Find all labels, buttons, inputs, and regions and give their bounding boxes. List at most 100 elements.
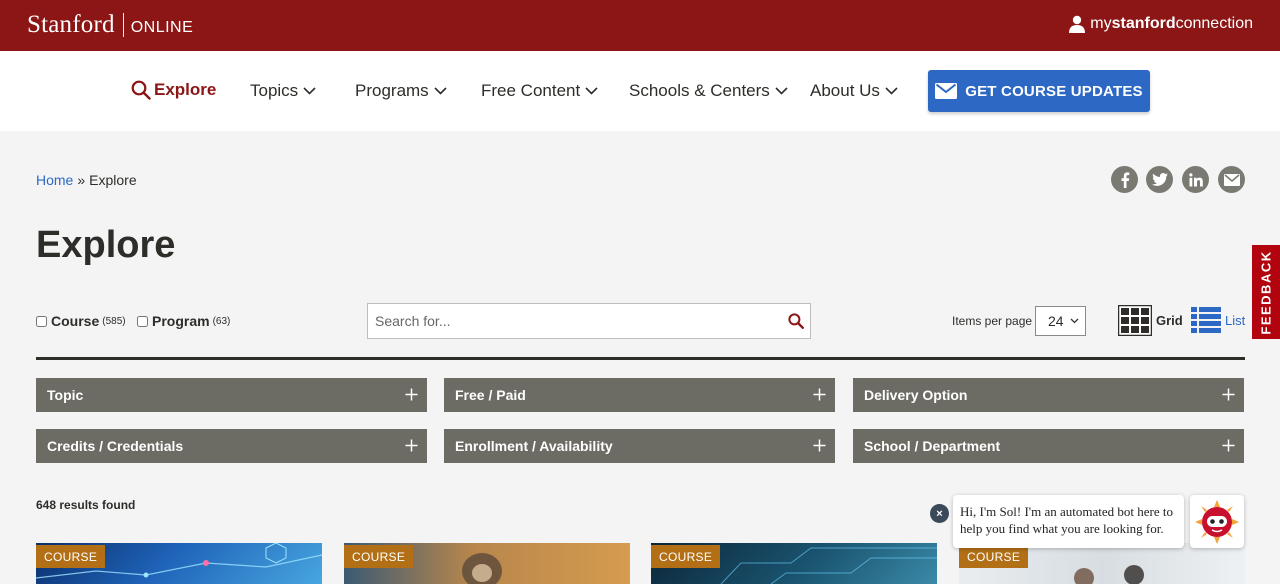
facet-delivery-option[interactable]: Delivery Option [853, 378, 1244, 412]
section-divider [36, 357, 1245, 360]
nav-programs-label: Programs [355, 81, 429, 100]
plus-icon [405, 388, 418, 401]
search-submit-button[interactable] [788, 313, 804, 334]
grid-view-toggle[interactable]: Grid [1118, 305, 1183, 336]
card-type-badge: COURSE [651, 545, 721, 568]
facet-credits-label: Credits / Credentials [47, 438, 184, 454]
card-type-badge: COURSE [344, 545, 414, 568]
items-per-page-label: Items per page [952, 314, 1033, 328]
chatbot-launcher[interactable] [1190, 495, 1244, 548]
search-box [367, 303, 811, 339]
list-view-toggle[interactable]: List [1191, 307, 1245, 333]
plus-icon [813, 388, 826, 401]
feedback-tab[interactable]: FEEDBACK [1252, 245, 1280, 339]
course-card[interactable]: COURSE [651, 543, 937, 584]
search-icon [788, 313, 804, 329]
nav-free-content[interactable]: Free Content [481, 81, 598, 101]
facet-free-paid-label: Free / Paid [455, 387, 526, 403]
facet-school-department[interactable]: School / Department [853, 429, 1244, 463]
plus-icon [405, 439, 418, 452]
chat-close-button[interactable]: × [930, 504, 949, 523]
course-card[interactable]: COURSE [959, 543, 1245, 584]
facebook-icon [1121, 171, 1129, 188]
brand-stanford: Stanford [27, 11, 115, 38]
nav-programs[interactable]: Programs [355, 81, 447, 101]
card-type-badge: COURSE [959, 545, 1029, 568]
list-view-label: List [1225, 312, 1246, 328]
chevron-down-icon [303, 87, 316, 95]
course-filter-count: (585) [102, 315, 126, 327]
account-link-suffix: connection [1175, 15, 1253, 32]
items-per-page-select[interactable]: 24 [1035, 306, 1086, 336]
search-input[interactable] [368, 304, 768, 338]
email-share-button[interactable] [1218, 166, 1245, 193]
plus-icon [1222, 439, 1235, 452]
chevron-down-icon [434, 87, 447, 95]
nav-explore-label: Explore [154, 80, 217, 99]
search-icon [131, 80, 151, 100]
grid-view-label: Grid [1156, 313, 1183, 328]
page-title: Explore [36, 224, 176, 266]
course-filter-checkbox[interactable]: Course (585) [36, 313, 126, 329]
breadcrumb: Home» Explore [36, 172, 137, 188]
chevron-down-icon [885, 87, 898, 95]
course-card[interactable]: COURSE [36, 543, 322, 584]
account-link-prefix: my [1090, 15, 1112, 32]
feedback-label: FEEDBACK [1258, 249, 1274, 335]
facet-delivery-option-label: Delivery Option [864, 387, 968, 403]
nav-topics[interactable]: Topics [250, 81, 316, 101]
course-filter-label: Course [51, 313, 100, 329]
twitter-share-button[interactable] [1146, 166, 1173, 193]
program-filter-label: Program [152, 313, 210, 329]
main-nav: Explore Topics Programs Free Content Sch… [0, 51, 1280, 131]
nav-explore[interactable]: Explore [131, 80, 216, 100]
email-icon [1223, 173, 1240, 186]
facet-topic[interactable]: Topic [36, 378, 427, 412]
breadcrumb-current: Explore [89, 172, 137, 188]
linkedin-icon [1188, 172, 1203, 186]
facet-enrollment-availability[interactable]: Enrollment / Availability [444, 429, 835, 463]
nav-schools-centers[interactable]: Schools & Centers [629, 81, 788, 101]
chevron-down-icon [1070, 318, 1079, 324]
close-icon: × [936, 507, 943, 520]
program-checkbox-input[interactable] [137, 315, 148, 327]
linkedin-share-button[interactable] [1182, 166, 1209, 193]
chatbot-message[interactable]: Hi, I'm Sol! I'm an automated bot here t… [953, 495, 1184, 548]
get-course-updates-button[interactable]: GET COURSE UPDATES [928, 70, 1150, 112]
envelope-icon [935, 83, 958, 99]
list-icon [1191, 307, 1221, 333]
course-card[interactable]: COURSE [344, 543, 630, 584]
facet-school-label: School / Department [864, 438, 1001, 454]
facet-free-paid[interactable]: Free / Paid [444, 378, 835, 412]
breadcrumb-separator: » [77, 172, 86, 188]
stanford-online-logo[interactable]: Stanford ONLINE [27, 11, 193, 39]
chevron-down-icon [585, 87, 598, 95]
robot-avatar-icon [1195, 499, 1239, 544]
user-icon [1069, 15, 1086, 33]
brand-divider [122, 13, 124, 37]
top-bar: Stanford ONLINE my stanford connection [0, 0, 1280, 51]
breadcrumb-home[interactable]: Home [36, 172, 73, 188]
program-filter-count: (63) [212, 315, 231, 327]
card-type-badge: COURSE [36, 545, 106, 568]
nav-about-us-label: About Us [810, 81, 880, 100]
twitter-icon [1151, 173, 1168, 186]
plus-icon [1222, 388, 1235, 401]
nav-topics-label: Topics [250, 81, 299, 100]
program-filter-checkbox[interactable]: Program (63) [137, 313, 230, 329]
facebook-share-button[interactable] [1111, 166, 1138, 193]
facet-credits-credentials[interactable]: Credits / Credentials [36, 429, 427, 463]
nav-free-content-label: Free Content [481, 81, 581, 100]
nav-about-us[interactable]: About Us [810, 81, 898, 101]
chevron-down-icon [775, 87, 788, 95]
account-link-bold: stanford [1111, 15, 1176, 32]
nav-schools-centers-label: Schools & Centers [629, 81, 770, 100]
items-per-page-value: 24 [1048, 313, 1064, 329]
facet-enrollment-label: Enrollment / Availability [455, 438, 613, 454]
mystanfordconnection-link[interactable]: my stanford connection [1069, 15, 1253, 33]
brand-online: ONLINE [130, 19, 194, 36]
results-count: 648 results found [36, 498, 136, 512]
course-checkbox-input[interactable] [36, 315, 47, 327]
plus-icon [813, 439, 826, 452]
grid-icon [1118, 305, 1152, 336]
